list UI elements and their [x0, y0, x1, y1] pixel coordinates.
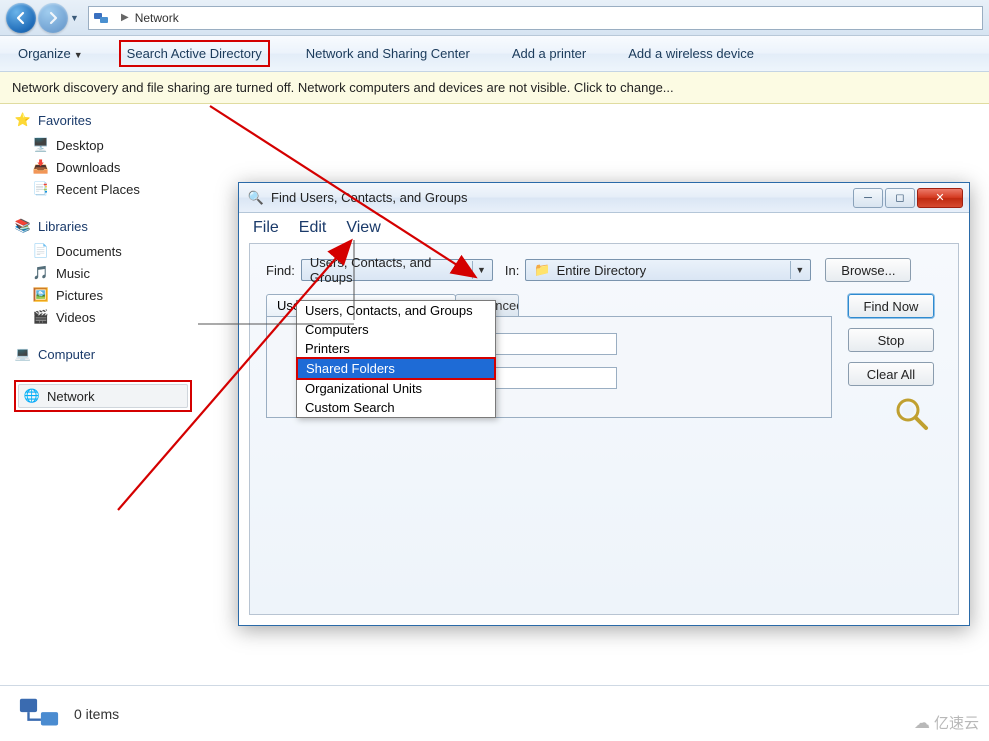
network-icon: 🌐	[23, 388, 41, 404]
address-bar-row: ▼ ▶ Network	[0, 0, 989, 36]
menu-file[interactable]: File	[253, 219, 279, 237]
sidebar-favorites-header[interactable]: ⭐ Favorites	[14, 112, 192, 128]
find-type-dropdown-list[interactable]: Users, Contacts, and Groups Computers Pr…	[296, 300, 496, 418]
toolbar-organize[interactable]: Organize▼	[12, 42, 89, 65]
sidebar-item-videos[interactable]: 🎬Videos	[14, 306, 192, 328]
address-bar[interactable]: ▶ Network	[88, 6, 983, 30]
dialog-body: Find: Users, Contacts, and Groups ▼ In: …	[249, 243, 959, 615]
stop-button[interactable]: Stop	[848, 328, 934, 352]
sidebar-computer-group: 💻 Computer	[14, 346, 192, 362]
star-icon: ⭐	[14, 112, 32, 128]
sidebar-item-downloads[interactable]: 📥Downloads	[14, 156, 192, 178]
find-now-button[interactable]: Find Now	[848, 294, 934, 318]
nav-forward-button[interactable]	[38, 3, 68, 33]
breadcrumb-root[interactable]: Network	[135, 11, 179, 25]
arrow-right-icon	[46, 11, 60, 25]
menu-view[interactable]: View	[346, 219, 380, 237]
music-icon: 🎵	[32, 265, 50, 281]
window-buttons: ─ ◻ ✕	[851, 188, 963, 208]
menu-edit[interactable]: Edit	[299, 219, 327, 237]
toolbar-add-printer[interactable]: Add a printer	[506, 42, 592, 65]
sidebar-item-network[interactable]: 🌐 Network	[18, 384, 188, 408]
dropdown-option[interactable]: Users, Contacts, and Groups	[297, 301, 495, 320]
cloud-icon: ☁	[914, 713, 930, 733]
documents-icon: 📄	[32, 243, 50, 259]
libraries-icon: 📚	[14, 218, 32, 234]
close-button[interactable]: ✕	[917, 188, 963, 208]
sidebar-item-documents[interactable]: 📄Documents	[14, 240, 192, 262]
browse-button[interactable]: Browse...	[825, 258, 911, 282]
dropdown-option[interactable]: Printers	[297, 339, 495, 358]
nav-back-button[interactable]	[6, 3, 36, 33]
maximize-button[interactable]: ◻	[885, 188, 915, 208]
computer-icon: 💻	[14, 346, 32, 362]
desktop-icon: 🖥️	[32, 137, 50, 153]
toolbar-add-wireless-device[interactable]: Add a wireless device	[622, 42, 760, 65]
sidebar-libraries-header[interactable]: 📚 Libraries	[14, 218, 192, 234]
chevron-down-icon: ▼	[790, 261, 808, 279]
clear-all-button[interactable]: Clear All	[848, 362, 934, 386]
status-bar: 0 items	[0, 685, 989, 741]
sidebar-item-music[interactable]: 🎵Music	[14, 262, 192, 284]
breadcrumb-caret-icon: ▶	[121, 12, 129, 23]
videos-icon: 🎬	[32, 309, 50, 325]
find-icon: 🔍	[247, 189, 265, 207]
dropdown-option-selected[interactable]: Shared Folders	[298, 359, 494, 378]
watermark: ☁ 亿速云	[914, 712, 979, 733]
dialog-title: Find Users, Contacts, and Groups	[271, 190, 851, 205]
sidebar-item-recent-places[interactable]: 📑Recent Places	[14, 178, 192, 200]
status-item-count: 0 items	[74, 706, 119, 722]
dialog-menubar: File Edit View	[239, 213, 969, 243]
sidebar-favorites-group: ⭐ Favorites 🖥️Desktop 📥Downloads 📑Recent…	[14, 112, 192, 200]
network-large-icon	[18, 693, 60, 735]
chevron-down-icon: ▼	[472, 261, 490, 279]
find-type-dropdown[interactable]: Users, Contacts, and Groups ▼	[301, 259, 493, 281]
downloads-icon: 📥	[32, 159, 50, 175]
nav-history-dropdown[interactable]: ▼	[70, 13, 82, 23]
network-location-icon	[93, 10, 109, 26]
toolbar-network-sharing-center[interactable]: Network and Sharing Center	[300, 42, 476, 65]
in-scope-dropdown[interactable]: 📁 Entire Directory ▼	[525, 259, 811, 281]
navigation-sidebar: ⭐ Favorites 🖥️Desktop 📥Downloads 📑Recent…	[0, 104, 192, 664]
dialog-action-column: Find Now Stop Clear All	[848, 294, 942, 386]
toolbar-search-active-directory[interactable]: Search Active Directory	[119, 40, 270, 67]
network-discovery-banner[interactable]: Network discovery and file sharing are t…	[0, 72, 989, 104]
command-toolbar: Organize▼ Search Active Directory Networ…	[0, 36, 989, 72]
directory-icon: 📁	[534, 262, 550, 278]
recent-places-icon: 📑	[32, 181, 50, 197]
find-label: Find:	[266, 263, 295, 278]
sidebar-item-pictures[interactable]: 🖼️Pictures	[14, 284, 192, 306]
sidebar-item-computer[interactable]: 💻 Computer	[14, 346, 192, 362]
in-label: In:	[505, 263, 519, 278]
chevron-down-icon: ▼	[74, 50, 83, 60]
dropdown-option[interactable]: Custom Search	[297, 398, 495, 417]
dropdown-option[interactable]: Organizational Units	[297, 379, 495, 398]
dropdown-option[interactable]: Computers	[297, 320, 495, 339]
annotation-highlight-network: 🌐 Network	[14, 380, 192, 412]
annotation-highlight-shared-folders: Shared Folders	[296, 357, 496, 380]
sidebar-libraries-group: 📚 Libraries 📄Documents 🎵Music 🖼️Pictures…	[14, 218, 192, 328]
minimize-button[interactable]: ─	[853, 188, 883, 208]
arrow-left-icon	[14, 11, 28, 25]
dialog-titlebar[interactable]: 🔍 Find Users, Contacts, and Groups ─ ◻ ✕	[239, 183, 969, 213]
sidebar-item-desktop[interactable]: 🖥️Desktop	[14, 134, 192, 156]
magnifier-graphic-icon	[892, 394, 932, 442]
pictures-icon: 🖼️	[32, 287, 50, 303]
